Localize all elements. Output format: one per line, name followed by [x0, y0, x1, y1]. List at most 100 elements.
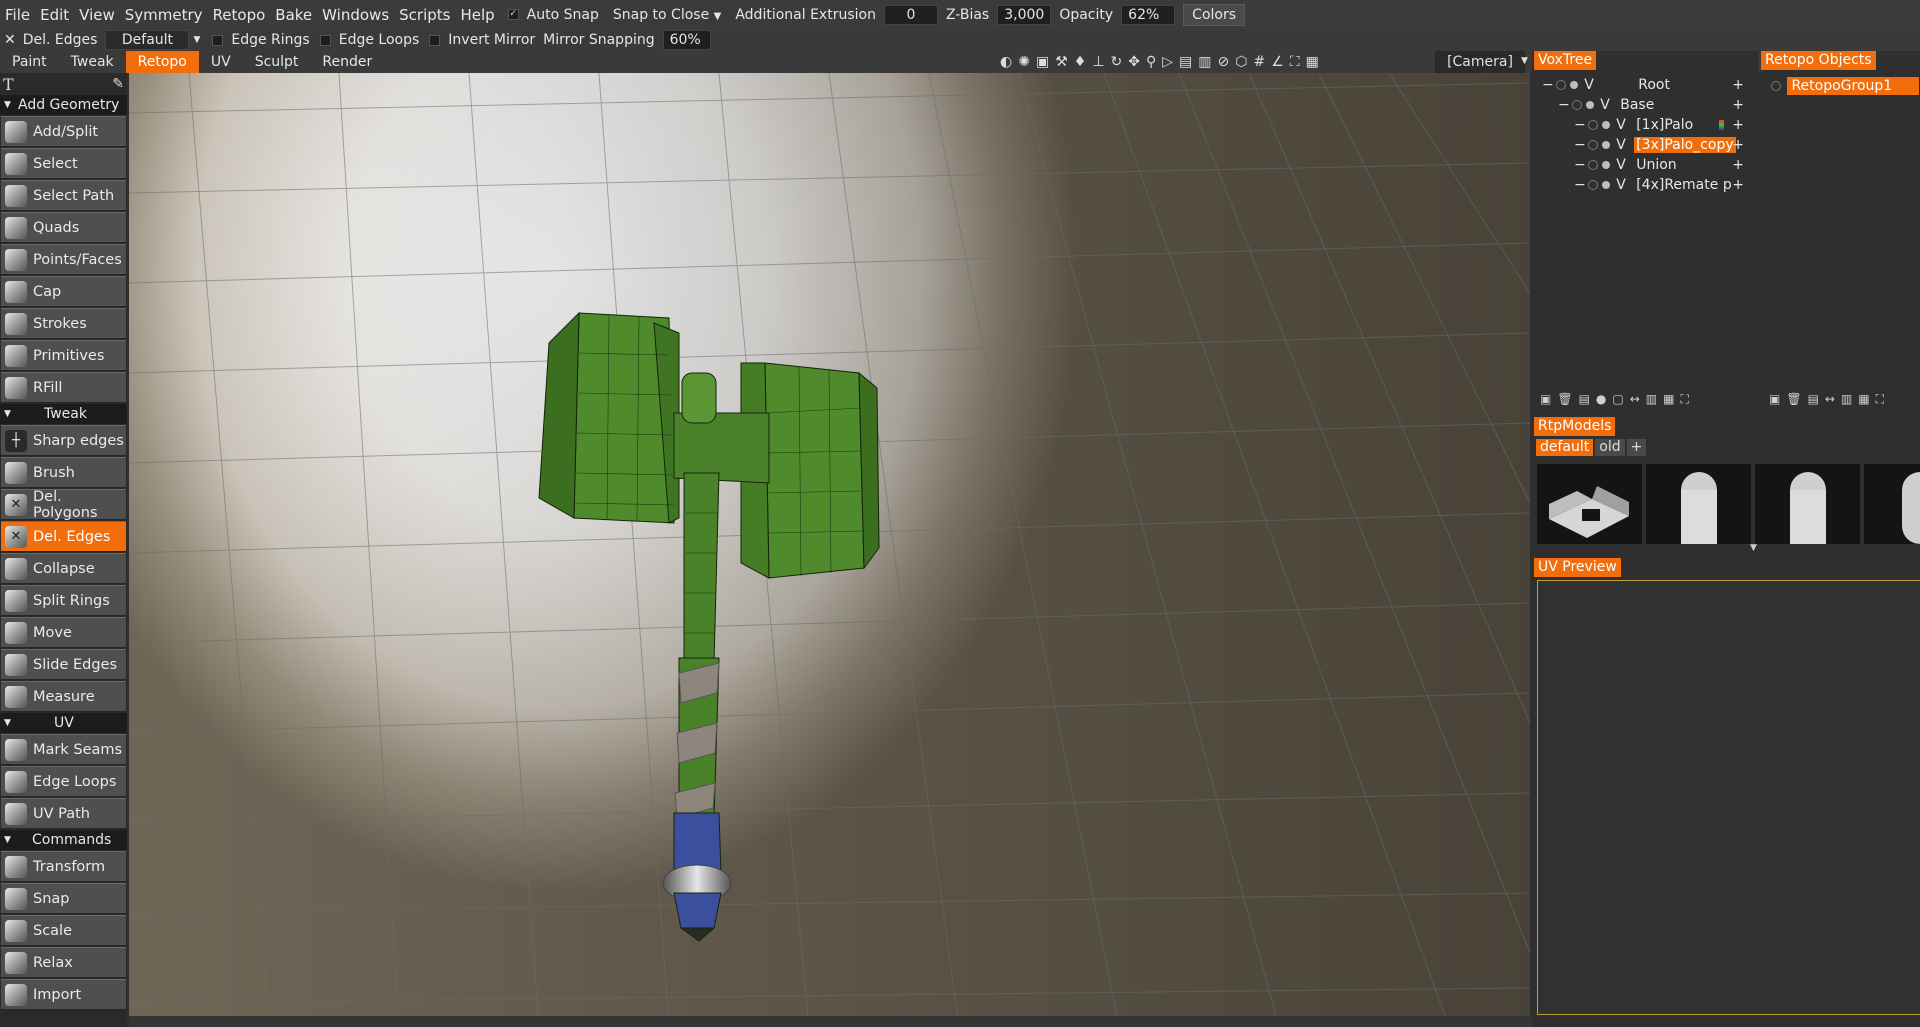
zbias-field[interactable]: 3,000: [997, 4, 1052, 25]
section-add-geometry[interactable]: ▼ Add Geometry: [0, 95, 127, 115]
add-tab-icon[interactable]: +: [1626, 439, 1647, 456]
maximize-icon[interactable]: ⛶: [1290, 54, 1300, 70]
tool-points-faces[interactable]: Points/Faces: [1, 244, 126, 275]
tool-transform[interactable]: Transform: [1, 851, 126, 882]
menu-symmetry[interactable]: Symmetry: [122, 6, 210, 24]
tab-paint[interactable]: Paint: [0, 51, 59, 73]
ghost-icon[interactable]: [1587, 160, 1598, 170]
play-icon[interactable]: ▷: [1162, 54, 1173, 70]
drop-icon[interactable]: ♦: [1074, 54, 1087, 70]
voxtree-row-union[interactable]: − V Union +: [1532, 155, 1758, 175]
tab-sculpt[interactable]: Sculpt: [243, 51, 311, 73]
visibility-icon[interactable]: [1601, 141, 1610, 149]
retopo-objects-toolbar[interactable]: ▣🗑▤↔▥▦⛶: [1769, 392, 1890, 408]
tool-brush[interactable]: Brush: [1, 457, 126, 488]
tool-relax[interactable]: Relax: [1, 947, 126, 978]
mirror-snapping-field[interactable]: 60%: [662, 30, 711, 50]
add-layer-icon[interactable]: +: [1732, 95, 1744, 115]
add-layer-icon[interactable]: +: [1732, 135, 1744, 155]
ghost-icon[interactable]: [1771, 81, 1781, 91]
voxtree-row-palo[interactable]: − V [1x]Palo +: [1532, 115, 1758, 135]
invert-mirror-checkbox[interactable]: [429, 34, 441, 46]
tool-slide-edges[interactable]: Slide Edges: [1, 649, 126, 680]
preset-select[interactable]: Default: [105, 30, 190, 50]
tool-move[interactable]: Move: [1, 617, 126, 648]
add-layer-icon[interactable]: +: [1732, 155, 1744, 175]
rtpmodels-title[interactable]: RtpModels: [1534, 417, 1616, 436]
tool-del-polygons[interactable]: ✕ Del. Polygons: [1, 489, 126, 521]
tool-strokes[interactable]: Strokes: [1, 308, 126, 339]
tool-uv-path[interactable]: UV Path: [1, 798, 126, 829]
shading-icon[interactable]: ◐: [1000, 54, 1012, 70]
tool-measure[interactable]: Measure: [1, 681, 126, 712]
tab-tweak[interactable]: Tweak: [59, 51, 126, 73]
menu-edit[interactable]: Edit: [37, 6, 76, 24]
section-uv[interactable]: ▼ UV: [0, 713, 127, 733]
menu-bake[interactable]: Bake: [272, 6, 319, 24]
voxtree-row-base[interactable]: − V Base +: [1532, 95, 1758, 115]
tool-scale[interactable]: Scale: [1, 915, 126, 946]
ghost-icon[interactable]: [1571, 100, 1582, 110]
model-thumb-bracket[interactable]: [1537, 464, 1642, 544]
tab-old[interactable]: old: [1595, 439, 1625, 456]
collapse-icon[interactable]: −: [1574, 117, 1586, 133]
collapse-icon[interactable]: −: [1574, 157, 1586, 173]
model-thumb-capsule-3[interactable]: [1864, 464, 1920, 544]
menu-windows[interactable]: Windows: [319, 6, 396, 24]
colors-button[interactable]: Colors: [1183, 3, 1246, 26]
menu-view[interactable]: View: [76, 6, 122, 24]
zoom-icon[interactable]: ⚲: [1146, 54, 1156, 70]
move-icon[interactable]: ✥: [1128, 54, 1140, 70]
tool-collapse[interactable]: Collapse: [1, 553, 126, 584]
grid-icon[interactable]: #: [1253, 54, 1265, 70]
model-thumb-capsule-2[interactable]: [1755, 464, 1860, 544]
visibility-icon[interactable]: [1601, 161, 1610, 169]
tool-sharp-edges[interactable]: ┼ Sharp edges: [1, 425, 126, 456]
tool-edge-loops[interactable]: Edge Loops: [1, 766, 126, 797]
ghost-icon[interactable]: [1587, 140, 1598, 150]
light-icon[interactable]: ✺: [1018, 54, 1030, 70]
ghost-icon[interactable]: [1587, 120, 1598, 130]
voxtree-title[interactable]: VoxTree: [1534, 51, 1597, 70]
chevron-down-icon[interactable]: ▼: [1521, 56, 1528, 66]
voxtree-toolbar[interactable]: ▣🗑▤●▢↔▥▦⛶: [1540, 392, 1695, 408]
menu-retopo[interactable]: Retopo: [210, 6, 273, 24]
pencil-icon[interactable]: ✎: [112, 76, 124, 92]
edge-rings-checkbox[interactable]: [212, 34, 224, 46]
section-tweak[interactable]: ▼ Tweak: [0, 404, 127, 424]
layout-icon[interactable]: ▦: [1306, 54, 1319, 70]
menu-file[interactable]: File: [2, 6, 37, 24]
tool-quads[interactable]: Quads: [1, 212, 126, 243]
tool-select[interactable]: Select: [1, 148, 126, 179]
model-thumb-capsule-1[interactable]: [1646, 464, 1751, 544]
tool-icon[interactable]: ⚒: [1055, 54, 1068, 70]
tool-import[interactable]: Import: [1, 979, 126, 1010]
collapse-icon[interactable]: −: [1574, 177, 1586, 193]
retopo-objects-title[interactable]: Retopo Objects: [1761, 51, 1876, 70]
add-layer-icon[interactable]: +: [1732, 75, 1744, 95]
fit-selected-icon[interactable]: ▥: [1198, 54, 1211, 70]
forbid-icon[interactable]: ⊘: [1218, 54, 1230, 70]
ghost-icon[interactable]: [1587, 180, 1598, 190]
visibility-icon[interactable]: [1601, 121, 1610, 129]
tool-del-edges[interactable]: ✕ Del. Edges: [1, 521, 126, 552]
retopo-object-row[interactable]: RetopoGroup1: [1769, 77, 1920, 95]
tool-snap[interactable]: Snap: [1, 883, 126, 914]
ghost-icon[interactable]: [1555, 80, 1566, 90]
tab-retopo[interactable]: Retopo: [125, 51, 199, 73]
visibility-icon[interactable]: [1569, 81, 1578, 89]
edge-loops-checkbox[interactable]: [319, 34, 331, 46]
auto-snap-checkbox[interactable]: ✓: [507, 9, 519, 20]
camera-select[interactable]: [Camera]: [1435, 51, 1525, 73]
3d-viewport[interactable]: [129, 73, 1530, 1027]
additional-extrusion-field[interactable]: 0: [883, 4, 938, 25]
uv-preview-canvas[interactable]: [1537, 580, 1920, 1015]
add-layer-icon[interactable]: +: [1732, 115, 1744, 135]
tool-add-split[interactable]: Add/Split: [1, 116, 126, 147]
voxtree-row-root[interactable]: − V Root +: [1532, 75, 1758, 95]
chevron-down-icon[interactable]: ▼: [193, 35, 200, 45]
menu-scripts[interactable]: Scripts: [396, 6, 457, 24]
tool-rfill[interactable]: RFill: [1, 372, 126, 403]
tab-uv[interactable]: UV: [199, 51, 243, 73]
tool-select-path[interactable]: Select Path: [1, 180, 126, 211]
